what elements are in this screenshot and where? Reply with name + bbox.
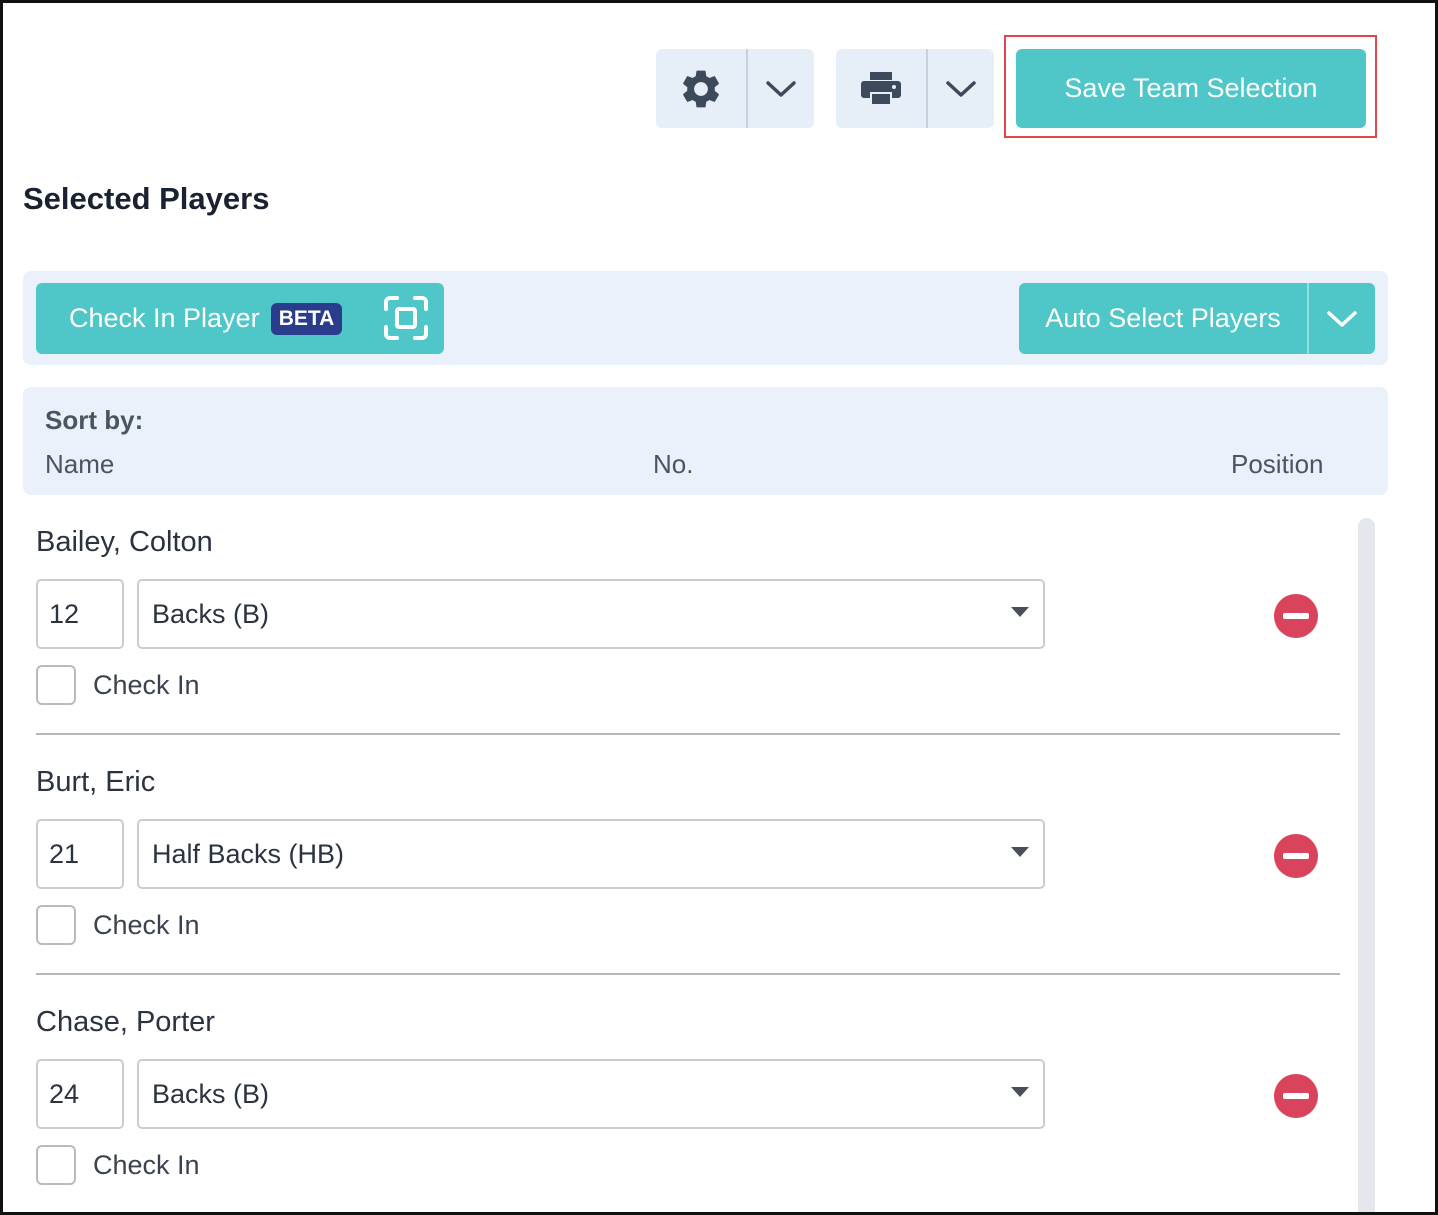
- scan-icon: [384, 296, 428, 340]
- sort-by-name[interactable]: Name: [45, 449, 114, 480]
- chevron-down-icon: [1327, 310, 1357, 327]
- settings-dropdown-button[interactable]: [748, 49, 814, 128]
- save-team-selection-button[interactable]: Save Team Selection: [1016, 49, 1366, 128]
- check-in-checkbox[interactable]: [36, 1145, 76, 1185]
- position-select[interactable]: Backs (B): [137, 579, 1045, 649]
- position-select[interactable]: Backs (B): [137, 1059, 1045, 1129]
- player-number-input[interactable]: 24: [36, 1059, 124, 1129]
- auto-select-players-button[interactable]: Auto Select Players: [1019, 283, 1307, 354]
- player-number-input[interactable]: 21: [36, 819, 124, 889]
- check-in-player-label: Check In Player: [69, 303, 260, 333]
- check-in-label: Check In: [93, 670, 200, 700]
- row-divider: [36, 733, 1340, 735]
- settings-button[interactable]: [656, 49, 746, 128]
- sort-by-label: Sort by:: [45, 405, 144, 435]
- auto-select-dropdown-button[interactable]: [1309, 283, 1375, 354]
- auto-select-players-button-group: Auto Select Players: [1019, 283, 1375, 354]
- screenshot-frame: Save Team Selection Selected Players Che…: [0, 0, 1438, 1215]
- sort-by-position[interactable]: Position: [1231, 449, 1324, 480]
- player-name: Chase, Porter: [36, 1006, 215, 1038]
- print-button[interactable]: [836, 49, 926, 128]
- check-in-label: Check In: [93, 1150, 200, 1180]
- check-in-checkbox[interactable]: [36, 665, 76, 705]
- scrollbar[interactable]: [1358, 518, 1375, 1212]
- print-dropdown-button[interactable]: [928, 49, 994, 128]
- chevron-down-icon: [766, 80, 796, 97]
- remove-player-icon[interactable]: [1273, 833, 1319, 879]
- sort-by-number[interactable]: No.: [653, 449, 693, 480]
- row-divider: [36, 973, 1340, 975]
- check-in-label: Check In: [93, 910, 200, 940]
- position-select[interactable]: Half Backs (HB): [137, 819, 1045, 889]
- printer-icon: [861, 71, 901, 106]
- caret-down-icon: [1011, 607, 1029, 617]
- beta-badge: BETA: [271, 303, 342, 335]
- player-row: Bailey, Colton 12 Backs (B) Check In: [36, 526, 1340, 766]
- player-row: Chase, Porter 24 Backs (B) Check In: [36, 1006, 1340, 1212]
- position-select-value: Backs (B): [152, 599, 270, 629]
- check-in-player-button[interactable]: Check In Player BETA: [36, 283, 444, 354]
- sort-panel: Sort by: Name No. Position: [23, 387, 1388, 495]
- caret-down-icon: [1011, 847, 1029, 857]
- check-in-checkbox[interactable]: [36, 905, 76, 945]
- player-number-input[interactable]: 12: [36, 579, 124, 649]
- player-name: Burt, Eric: [36, 766, 156, 798]
- settings-button-group: [656, 49, 814, 128]
- position-select-value: Half Backs (HB): [152, 839, 345, 869]
- remove-player-icon[interactable]: [1273, 1073, 1319, 1119]
- player-name: Bailey, Colton: [36, 526, 213, 558]
- print-button-group: [836, 49, 994, 128]
- page-title: Selected Players: [23, 181, 270, 216]
- remove-player-icon[interactable]: [1273, 593, 1319, 639]
- caret-down-icon: [1011, 1087, 1029, 1097]
- chevron-down-icon: [946, 80, 976, 97]
- player-row: Burt, Eric 21 Half Backs (HB) Check In: [36, 766, 1340, 1006]
- position-select-value: Backs (B): [152, 1079, 270, 1109]
- gear-icon: [683, 70, 719, 107]
